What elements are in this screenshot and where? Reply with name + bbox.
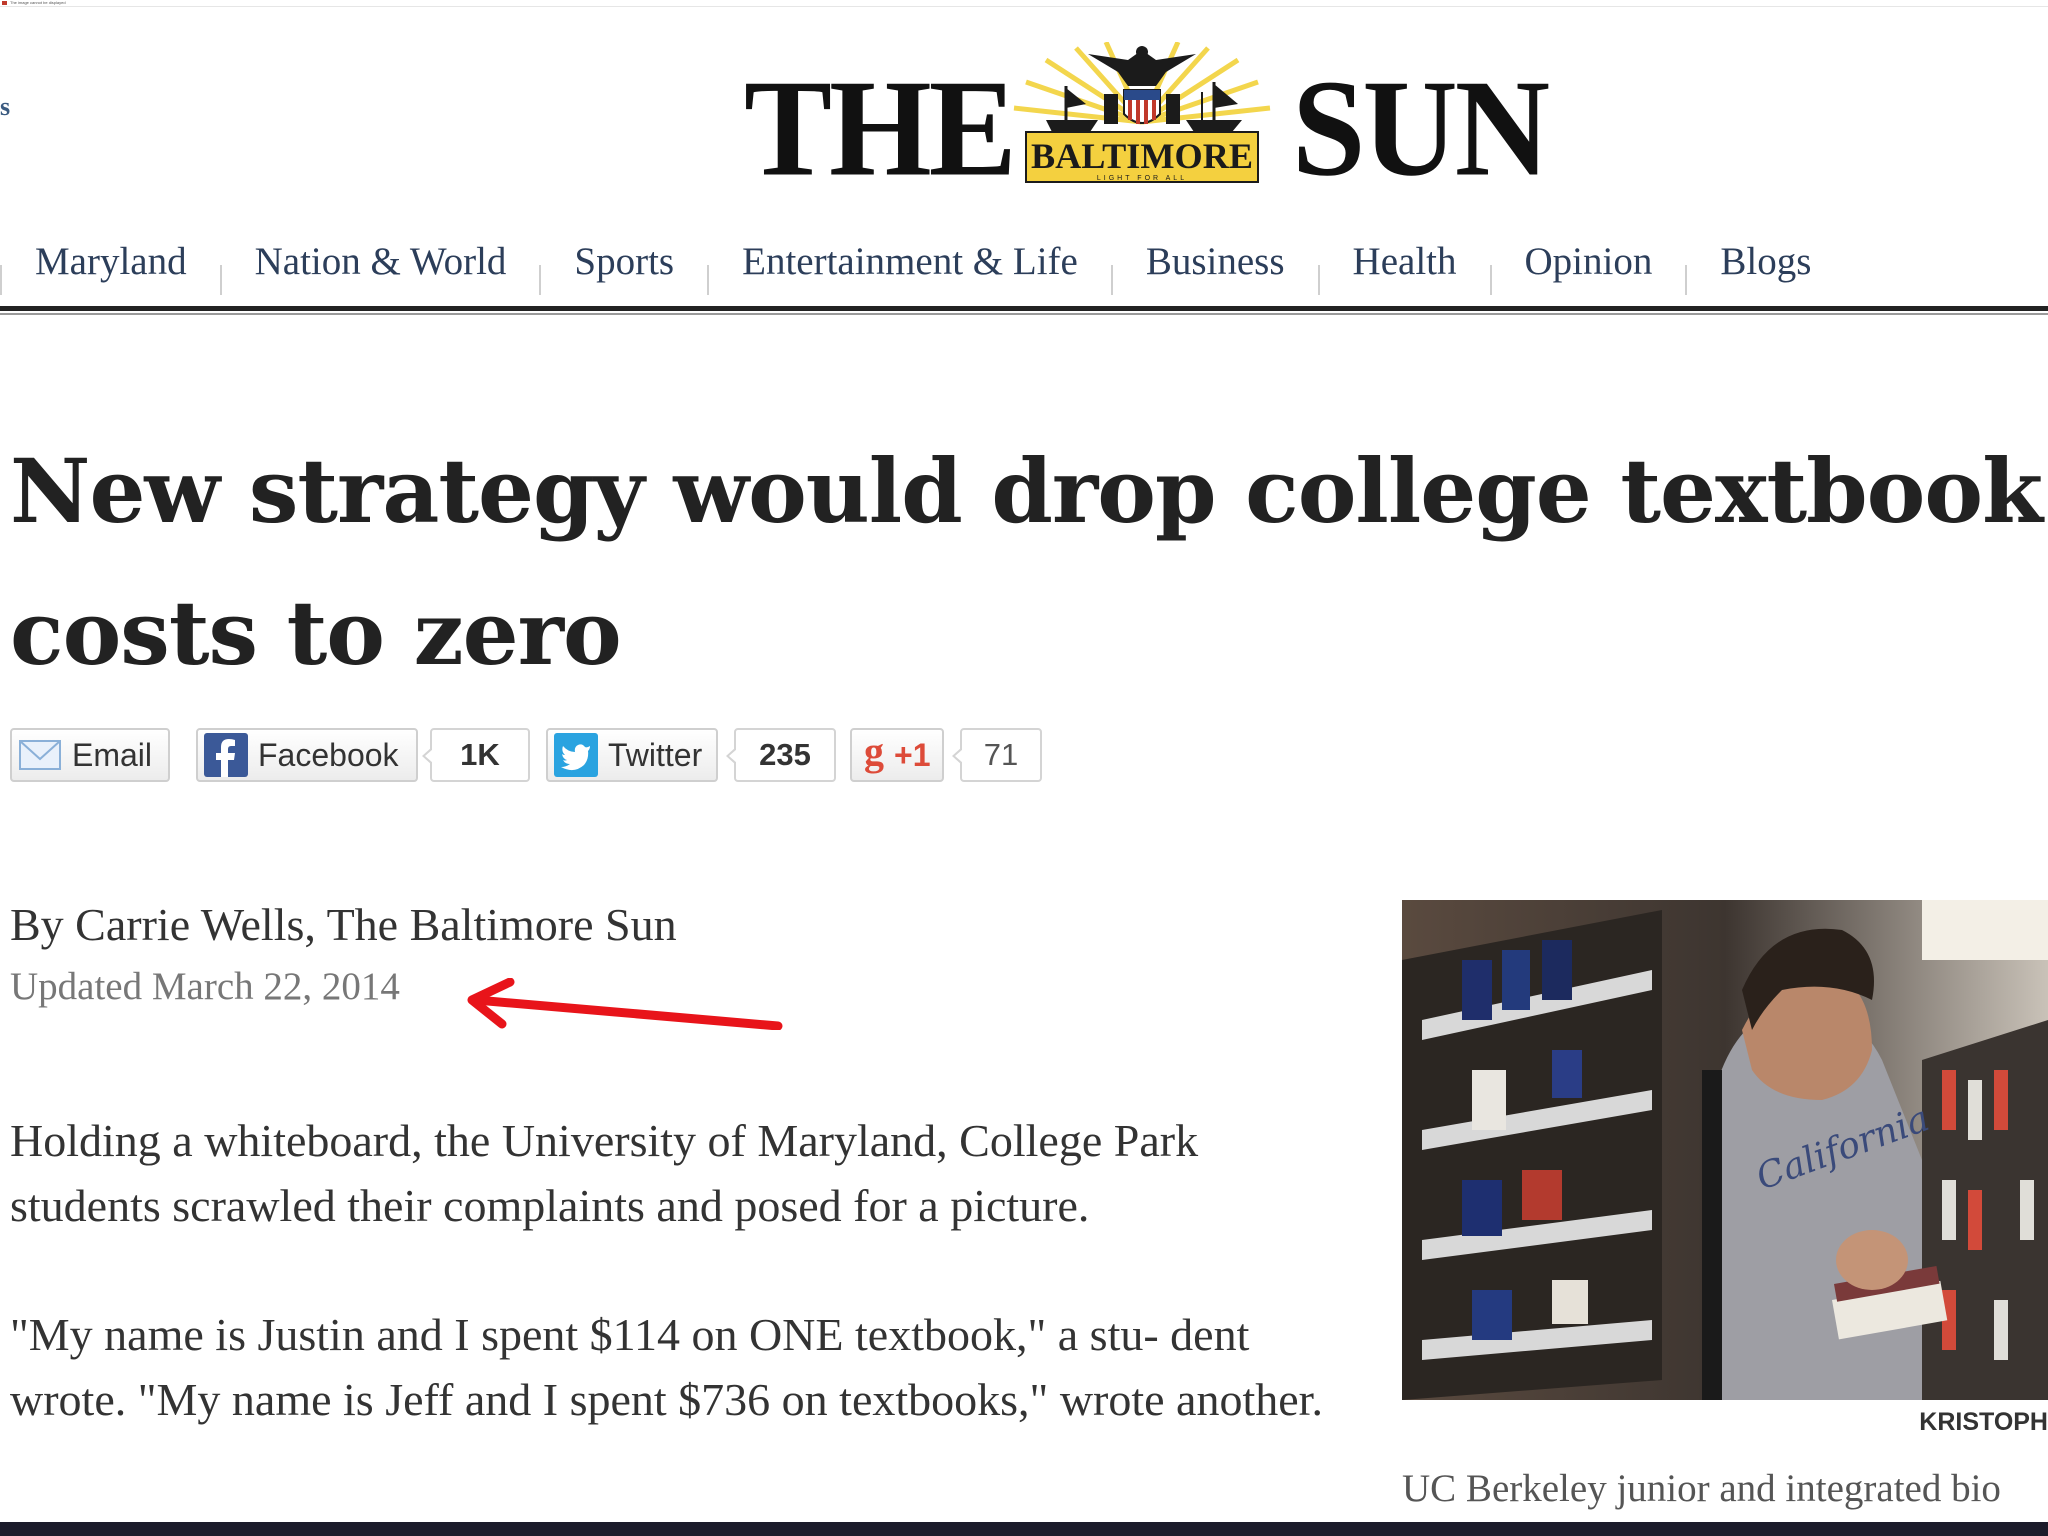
facebook-share-count: 1K bbox=[422, 728, 530, 782]
article-byline: By Carrie Wells, The Baltimore Sun bbox=[10, 899, 677, 950]
facebook-share-label: Facebook bbox=[258, 736, 399, 773]
article-paragraph: "My name is Justin and I spent $114 on O… bbox=[10, 1309, 1323, 1425]
email-share-button[interactable]: Email bbox=[10, 728, 170, 782]
broken-image-icon bbox=[2, 1, 7, 5]
nav-item-health[interactable]: Health bbox=[1320, 225, 1490, 299]
bottom-edge-bar bbox=[0, 1522, 2048, 1536]
red-arrow-annotation-icon bbox=[467, 978, 783, 1030]
nav-item-blogs[interactable]: Blogs bbox=[1687, 225, 1844, 299]
svg-text:g: g bbox=[864, 733, 884, 774]
google-plus-button[interactable]: g +1 bbox=[850, 728, 944, 782]
twitter-icon bbox=[554, 733, 598, 777]
nav-item-maryland[interactable]: Maryland bbox=[2, 225, 220, 299]
nav-item-entertainment-life[interactable]: Entertainment & Life bbox=[709, 225, 1111, 299]
article-photo[interactable]: California bbox=[1402, 900, 2048, 1400]
masthead-logo[interactable]: THE BALTIMORE LIGHT FOR ALL SUN bbox=[744, 42, 1554, 197]
nav-item-business[interactable]: Business bbox=[1113, 225, 1318, 299]
twitter-share-count: 235 bbox=[726, 728, 836, 782]
browser-tab-strip: The image cannot be displayed bbox=[0, 0, 2048, 7]
section-nav: Maryland Nation & World Sports Entertain… bbox=[0, 225, 2048, 299]
emblem-tagline: LIGHT FOR ALL bbox=[1097, 175, 1187, 182]
nav-bottom-rule bbox=[0, 306, 2048, 311]
article-updated-date: Updated March 22, 2014 bbox=[10, 965, 400, 1008]
photo-caption: UC Berkeley junior and integrated bio bbox=[1402, 1467, 2001, 1510]
nav-item-sports[interactable]: Sports bbox=[541, 225, 707, 299]
masthead-the: THE bbox=[744, 50, 1017, 205]
google-plus-icon: g bbox=[862, 733, 892, 777]
bookstore-photo-illustration: California bbox=[1402, 900, 2048, 1400]
emblem-word: BALTIMORE bbox=[1031, 136, 1253, 176]
photo-credit: KRISTOPH bbox=[1919, 1408, 2048, 1436]
email-icon bbox=[18, 733, 62, 777]
google-plus-label: +1 bbox=[894, 736, 931, 773]
cut-off-edge-text: s bbox=[0, 92, 11, 121]
google-plus-count: 71 bbox=[952, 728, 1042, 782]
facebook-icon bbox=[204, 733, 248, 777]
baltimore-sun-emblem-icon: BALTIMORE LIGHT FOR ALL bbox=[1013, 42, 1271, 183]
article-paragraph: Holding a whiteboard, the University of … bbox=[10, 1115, 1199, 1231]
tab-title: The image cannot be displayed bbox=[10, 0, 66, 5]
twitter-share-button[interactable]: Twitter bbox=[546, 728, 718, 782]
nav-bottom-rule-thin bbox=[0, 313, 2048, 315]
email-share-label: Email bbox=[72, 736, 153, 773]
facebook-share-button[interactable]: Facebook bbox=[196, 728, 418, 782]
twitter-share-label: Twitter bbox=[608, 736, 703, 773]
masthead-sun: SUN bbox=[1292, 50, 1550, 205]
nav-item-nation-world[interactable]: Nation & World bbox=[222, 225, 540, 299]
article-headline: New strategy would drop college textbook… bbox=[10, 439, 2043, 685]
nav-item-opinion[interactable]: Opinion bbox=[1492, 225, 1686, 299]
